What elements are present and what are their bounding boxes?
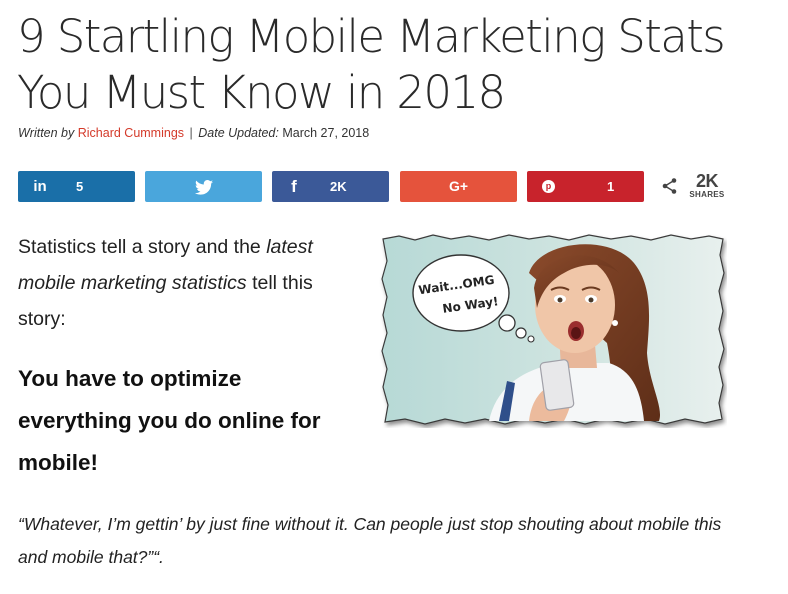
- linkedin-share-count: 5: [76, 179, 84, 194]
- total-shares: 2K SHARES: [686, 172, 728, 200]
- social-share-bar: in 5 f 2K G+ p 1 2K SHARES: [18, 171, 778, 202]
- author-link[interactable]: Richard Cummings: [78, 126, 184, 140]
- article-title: 9 Startling Mobile Marketing Stats You M…: [17, 10, 726, 119]
- intro-paragraph: Statistics tell a story and the latest m…: [18, 229, 348, 337]
- linkedin-share-button[interactable]: in 5: [18, 171, 135, 202]
- facebook-share-button[interactable]: f 2K: [272, 171, 389, 202]
- intro-text-start: Statistics tell a story and the: [18, 236, 267, 258]
- total-shares-label: SHARES: [689, 190, 725, 199]
- google-plus-share-button[interactable]: G+: [400, 171, 517, 202]
- twitter-share-button[interactable]: [145, 171, 262, 202]
- written-by-label: Written by: [18, 126, 75, 140]
- date-updated-label: Date Updated:: [198, 126, 279, 140]
- surprised-woman-phone-image: Wait...OMG No Way!: [381, 234, 725, 425]
- byline: Written by Richard Cummings | Date Updat…: [18, 126, 369, 140]
- date-updated-value: March 27, 2018: [282, 126, 370, 140]
- linkedin-icon: in: [33, 178, 47, 195]
- byline-separator: |: [189, 126, 193, 140]
- share-icon[interactable]: [661, 177, 679, 195]
- facebook-share-count: 2K: [330, 179, 347, 194]
- pinterest-share-count: 1: [607, 179, 615, 194]
- highlight-statement: You have to optimize everything you do o…: [18, 366, 321, 475]
- facebook-icon: f: [291, 177, 297, 196]
- pinterest-share-button[interactable]: p 1: [527, 171, 644, 202]
- quote-paragraph: “Whatever, I’m gettin’ by just fine with…: [18, 514, 722, 567]
- pinterest-icon: p: [542, 180, 555, 193]
- twitter-icon: [145, 171, 262, 202]
- total-shares-count: 2K: [695, 171, 719, 191]
- google-plus-icon: G+: [448, 178, 469, 194]
